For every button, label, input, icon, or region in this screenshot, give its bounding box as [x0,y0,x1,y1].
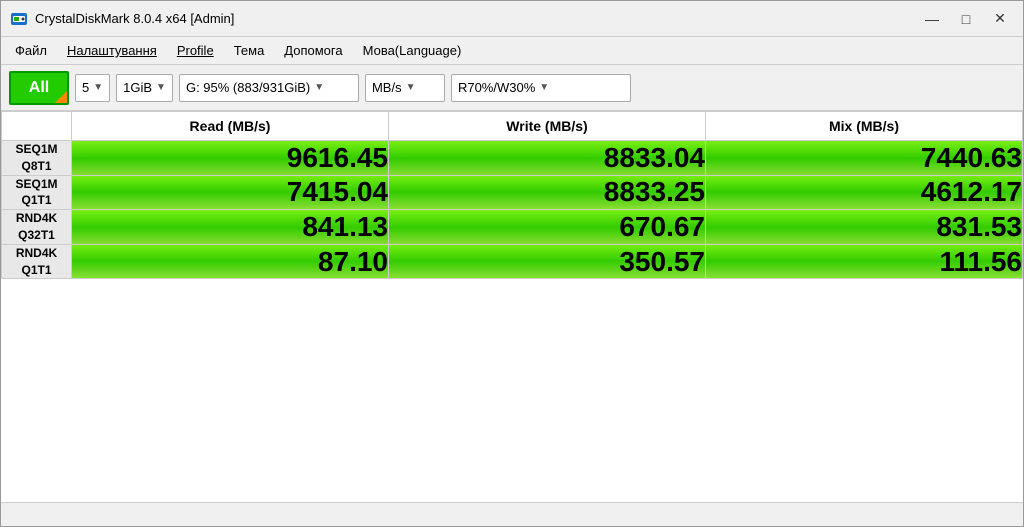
row-read: 841.13 [72,210,389,245]
benchmark-table: Read (MB/s) Write (MB/s) Mix (MB/s) SEQ1… [1,111,1023,279]
row-label: SEQ1MQ1T1 [2,175,72,210]
row-mix: 111.56 [706,244,1023,279]
unit-dropdown[interactable]: MB/s ▼ [365,74,445,102]
table-header-row: Read (MB/s) Write (MB/s) Mix (MB/s) [2,112,1023,141]
table-row: SEQ1MQ8T19616.458833.047440.63 [2,141,1023,176]
col-read: Read (MB/s) [72,112,389,141]
app-window: CrystalDiskMark 8.0.4 x64 [Admin] — □ ✕ … [0,0,1024,527]
profile-dropdown[interactable]: R70%/W30% ▼ [451,74,631,102]
titlebar-controls: — □ ✕ [917,8,1015,30]
row-mix: 7440.63 [706,141,1023,176]
col-mix: Mix (MB/s) [706,112,1023,141]
minimize-button[interactable]: — [917,8,947,30]
menubar: Файл Налаштування Profile Тема Допомога … [1,37,1023,65]
app-icon [9,9,29,29]
row-write: 8833.04 [389,141,706,176]
row-read: 87.10 [72,244,389,279]
menu-file[interactable]: Файл [7,40,55,61]
menu-settings[interactable]: Налаштування [59,40,165,61]
drive-dropdown-chevron: ▼ [314,82,324,93]
titlebar: CrystalDiskMark 8.0.4 x64 [Admin] — □ ✕ [1,1,1023,37]
menu-language[interactable]: Мова(Language) [355,40,470,61]
count-dropdown[interactable]: 5 ▼ [75,74,110,102]
all-button[interactable]: All [9,71,69,105]
titlebar-title: CrystalDiskMark 8.0.4 x64 [Admin] [35,11,234,26]
row-mix: 831.53 [706,210,1023,245]
row-label: SEQ1MQ8T1 [2,141,72,176]
size-dropdown-chevron: ▼ [156,82,166,93]
row-write: 350.57 [389,244,706,279]
titlebar-left: CrystalDiskMark 8.0.4 x64 [Admin] [9,9,234,29]
row-write: 8833.25 [389,175,706,210]
row-read: 9616.45 [72,141,389,176]
statusbar [1,502,1023,526]
menu-profile[interactable]: Profile [169,40,222,61]
table-row: SEQ1MQ1T17415.048833.254612.17 [2,175,1023,210]
row-mix: 4612.17 [706,175,1023,210]
row-read: 7415.04 [72,175,389,210]
menu-theme[interactable]: Тема [226,40,273,61]
table-row: RND4KQ32T1841.13670.67831.53 [2,210,1023,245]
menu-help[interactable]: Допомога [276,40,350,61]
row-label: RND4KQ1T1 [2,244,72,279]
count-dropdown-chevron: ▼ [93,82,103,93]
close-button[interactable]: ✕ [985,8,1015,30]
main-content: Read (MB/s) Write (MB/s) Mix (MB/s) SEQ1… [1,111,1023,502]
toolbar: All 5 ▼ 1GiB ▼ G: 95% (883/931GiB) ▼ MB/… [1,65,1023,111]
row-write: 670.67 [389,210,706,245]
table-row: RND4KQ1T187.10350.57111.56 [2,244,1023,279]
size-dropdown[interactable]: 1GiB ▼ [116,74,173,102]
col-write: Write (MB/s) [389,112,706,141]
row-label: RND4KQ32T1 [2,210,72,245]
unit-dropdown-chevron: ▼ [406,82,416,93]
maximize-button[interactable]: □ [951,8,981,30]
col-label [2,112,72,141]
profile-dropdown-chevron: ▼ [539,82,549,93]
drive-dropdown[interactable]: G: 95% (883/931GiB) ▼ [179,74,359,102]
